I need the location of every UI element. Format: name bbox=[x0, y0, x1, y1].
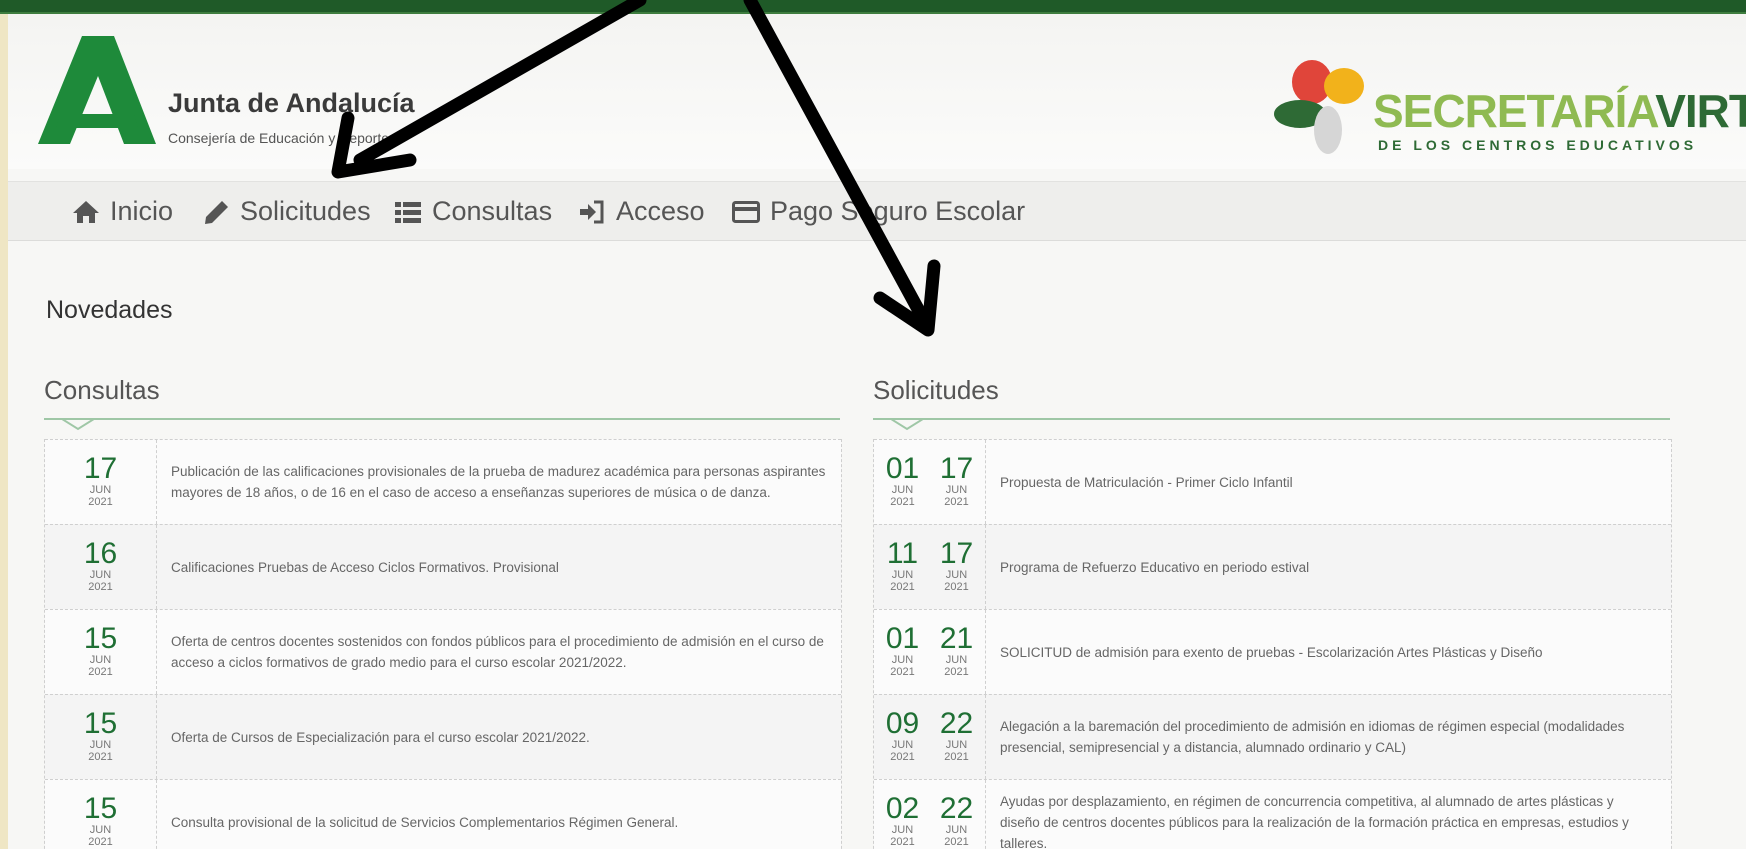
nav-solicitudes-label: Solicitudes bbox=[240, 196, 371, 226]
solicitudes-list: 01 JUN 2021 17 JUN 2021 Propuesta de Matricu… bbox=[873, 439, 1672, 849]
start-date-badge: 01 JUN 2021 bbox=[885, 622, 920, 679]
date-cell: 17 JUN 2021 bbox=[45, 440, 157, 524]
date-badge: 15 JUN 2021 bbox=[83, 622, 118, 679]
nav-consultas-label: Consultas bbox=[432, 196, 553, 226]
nav-pago-label: Pago Seguro Escolar bbox=[770, 196, 1026, 226]
consultas-row[interactable]: 16 JUN 2021 Calificaciones Pruebas de Acce… bbox=[45, 524, 841, 609]
solicitudes-divider bbox=[873, 418, 1670, 420]
end-date-badge: 22 JUN 2021 bbox=[939, 707, 974, 764]
consultas-list: 17 JUN 2021 Publicación de las calificacio… bbox=[44, 439, 842, 849]
date-badge: 15 JUN 2021 bbox=[83, 792, 118, 849]
consultas-row[interactable]: 17 JUN 2021 Publicación de las calificacio… bbox=[45, 439, 841, 524]
consultas-row[interactable]: 15 JUN 2021 Consulta provisional de la sol… bbox=[45, 779, 841, 849]
consultas-row[interactable]: 15 JUN 2021 Oferta de centros docentes sos… bbox=[45, 609, 841, 694]
top-bar bbox=[0, 0, 1746, 14]
date-cell: 09 JUN 2021 22 JUN 2021 bbox=[874, 695, 986, 779]
nav-solicitudes[interactable]: Solicitudes bbox=[202, 196, 371, 227]
date-cell: 01 JUN 2021 17 JUN 2021 bbox=[874, 440, 986, 524]
consultas-divider bbox=[44, 418, 840, 420]
home-icon bbox=[73, 200, 99, 223]
date-cell: 15 JUN 2021 bbox=[45, 780, 157, 849]
main-nav: Inicio Solicitudes Consultas Acceso Pago… bbox=[8, 181, 1746, 241]
end-date-badge: 21 JUN 2021 bbox=[939, 622, 974, 679]
date-badge: 17 JUN 2021 bbox=[83, 452, 118, 509]
secretaria-virtual-logo-icon bbox=[1274, 60, 1364, 154]
date-badge: 15 JUN 2021 bbox=[83, 707, 118, 764]
item-title[interactable]: Consulta provisional de la solicitud de … bbox=[157, 780, 841, 849]
consultas-notch bbox=[62, 419, 94, 431]
date-cell: 15 JUN 2021 bbox=[45, 695, 157, 779]
start-date-badge: 02 JUN 2021 bbox=[885, 792, 920, 849]
item-title[interactable]: Alegación a la baremación del procedimie… bbox=[986, 695, 1671, 779]
end-date-badge: 17 JUN 2021 bbox=[939, 452, 974, 509]
sign-in-icon bbox=[580, 200, 604, 223]
date-cell: 01 JUN 2021 21 JUN 2021 bbox=[874, 610, 986, 694]
junta-andalucia-logo-icon[interactable] bbox=[38, 36, 156, 144]
item-title[interactable]: Propuesta de Matriculación - Primer Cicl… bbox=[986, 440, 1671, 524]
nav-consultas[interactable]: Consultas bbox=[394, 196, 552, 227]
item-title[interactable]: SOLICITUD de admisión para exento de pru… bbox=[986, 610, 1671, 694]
nav-pago-seguro-escolar[interactable]: Pago Seguro Escolar bbox=[732, 196, 1025, 227]
end-date-badge: 22 JUN 2021 bbox=[939, 792, 974, 849]
secretaria-virtual-subtitle: DE LOS CENTROS EDUCATIVOS bbox=[1378, 137, 1698, 153]
date-cell: 11 JUN 2021 17 JUN 2021 bbox=[874, 525, 986, 609]
start-date-badge: 01 JUN 2021 bbox=[885, 452, 920, 509]
page: Junta de Andalucía Consejería de Educaci… bbox=[8, 14, 1746, 849]
credit-card-icon bbox=[732, 200, 760, 223]
end-date-badge: 17 JUN 2021 bbox=[939, 537, 974, 594]
brand-subtitle: Consejería de Educación y Deporte bbox=[168, 130, 390, 146]
start-date-badge: 11 JUN 2021 bbox=[886, 537, 919, 594]
item-title[interactable]: Oferta de centros docentes sostenidos co… bbox=[157, 610, 841, 694]
item-title[interactable]: Oferta de Cursos de Especialización para… bbox=[157, 695, 841, 779]
novedades-heading: Novedades bbox=[46, 296, 173, 324]
consultas-row[interactable]: 15 JUN 2021 Oferta de Cursos de Especializ… bbox=[45, 694, 841, 779]
nav-inicio[interactable]: Inicio bbox=[72, 196, 173, 227]
item-title[interactable]: Programa de Refuerzo Educativo en period… bbox=[986, 525, 1671, 609]
date-badge: 16 JUN 2021 bbox=[83, 537, 118, 594]
start-date-badge: 09 JUN 2021 bbox=[885, 707, 920, 764]
nav-inicio-label: Inicio bbox=[110, 196, 174, 226]
item-title[interactable]: Publicación de las calificaciones provis… bbox=[157, 440, 841, 524]
brand-title: Junta de Andalucía bbox=[168, 88, 415, 118]
date-cell: 02 JUN 2021 22 JUN 2021 bbox=[874, 780, 986, 849]
solicitudes-row[interactable]: 01 JUN 2021 21 JUN 2021 SOLICITUD de admisió… bbox=[874, 609, 1671, 694]
solicitudes-heading: Solicitudes bbox=[873, 375, 999, 405]
list-icon bbox=[395, 201, 421, 223]
solicitudes-row[interactable]: 11 JUN 2021 17 JUN 2021 Programa de Refuerzo… bbox=[874, 524, 1671, 609]
consultas-heading: Consultas bbox=[44, 375, 160, 405]
header: Junta de Andalucía Consejería de Educaci… bbox=[8, 14, 1746, 169]
pencil-icon bbox=[205, 200, 228, 224]
item-title[interactable]: Ayudas por desplazamiento, en régimen de… bbox=[986, 780, 1671, 849]
item-title[interactable]: Calificaciones Pruebas de Acceso Ciclos … bbox=[157, 525, 841, 609]
nav-acceso[interactable]: Acceso bbox=[578, 196, 705, 227]
solicitudes-row[interactable]: 02 JUN 2021 22 JUN 2021 Ayudas por desplazam… bbox=[874, 779, 1671, 849]
nav-acceso-label: Acceso bbox=[616, 196, 705, 226]
solicitudes-row[interactable]: 01 JUN 2021 17 JUN 2021 Propuesta de Matricu… bbox=[874, 439, 1671, 524]
date-cell: 15 JUN 2021 bbox=[45, 610, 157, 694]
secretaria-virtual-title: SECRETARÍAVIRTUAL bbox=[1373, 85, 1746, 137]
solicitudes-notch bbox=[891, 419, 923, 431]
date-cell: 16 JUN 2021 bbox=[45, 525, 157, 609]
solicitudes-row[interactable]: 09 JUN 2021 22 JUN 2021 Alegación a la barem… bbox=[874, 694, 1671, 779]
